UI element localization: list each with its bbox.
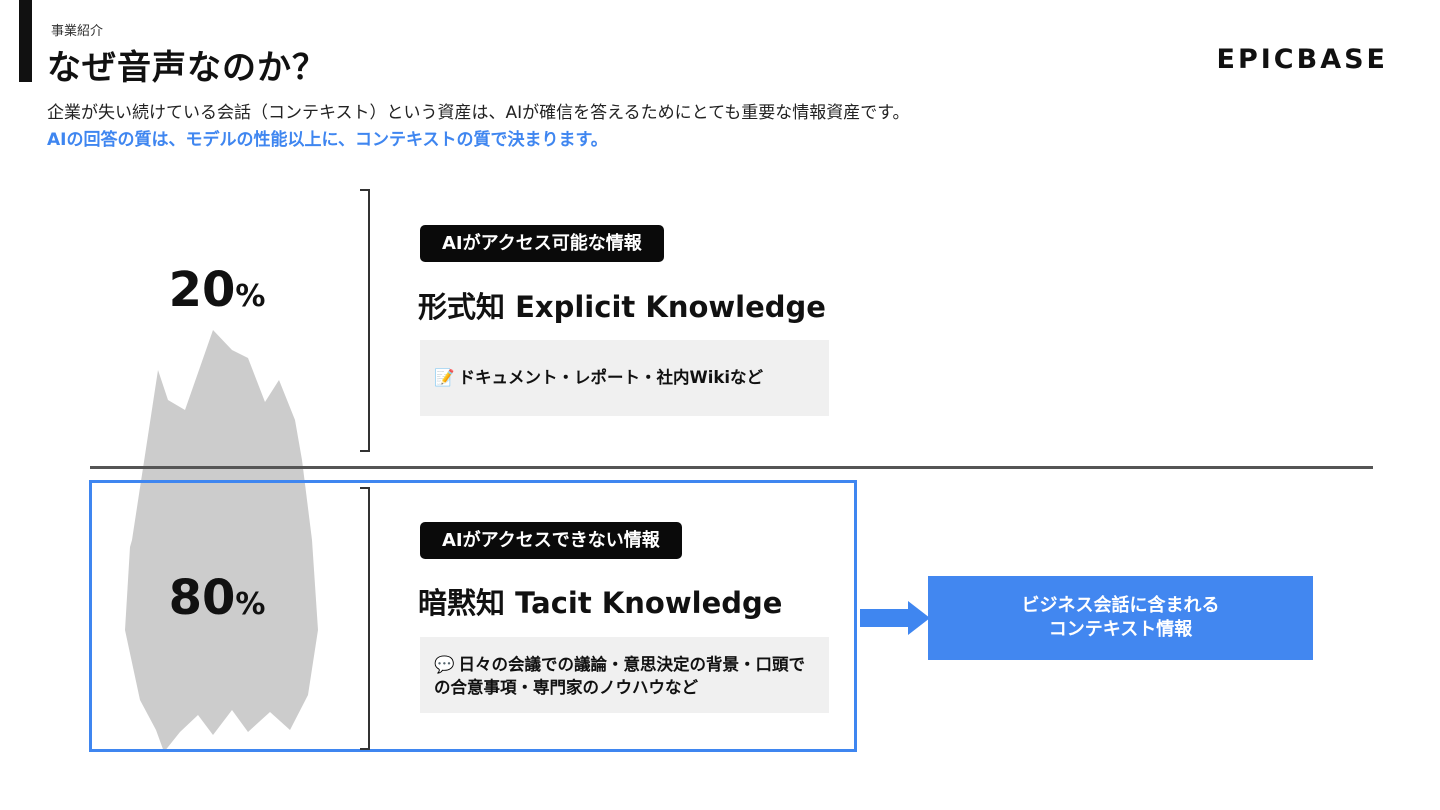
explicit-bracket — [360, 189, 370, 452]
intro-text: 企業が失い続けている会話（コンテキスト）という資産は、AIが確信を答えるためにと… — [47, 103, 910, 123]
tacit-example-text-wrap: 💬 日々の会議での議論・意思決定の背景・口頭での合意事項・専門家のノウハウなど — [434, 653, 815, 699]
memo-icon: 📝 — [434, 368, 455, 388]
explicit-example-box: 📝 ドキュメント・レポート・社内Wikiなど — [420, 340, 829, 416]
tacit-example-box: 💬 日々の会議での議論・意思決定の背景・口頭での合意事項・専門家のノウハウなど — [420, 637, 829, 713]
tacit-knowledge-title: 暗黙知 Tacit Knowledge — [418, 586, 783, 620]
waterline-divider — [90, 466, 1373, 469]
explicit-access-tag: AIがアクセス可能な情報 — [420, 225, 664, 262]
epicbase-logo: EPICBASE — [1216, 44, 1388, 75]
arrow-right-icon — [908, 601, 930, 635]
speech-bubble-icon: 💬 — [434, 655, 455, 674]
context-callout-box: ビジネス会話に含まれる コンテキスト情報 — [928, 576, 1313, 660]
section-label: 事業紹介 — [51, 24, 104, 39]
explicit-percent-value: 20 — [168, 262, 236, 318]
title-accent-bar — [19, 0, 32, 82]
explicit-percent-sign: % — [235, 279, 266, 314]
explicit-example-text: ドキュメント・レポート・社内Wikiなど — [458, 368, 764, 388]
tacit-example-text: 日々の会議での議論・意思決定の背景・口頭での合意事項・専門家のノウハウなど — [434, 655, 806, 698]
page-title: なぜ音声なのか？ — [47, 48, 327, 88]
arrow-shaft — [860, 609, 912, 627]
highlight-text: AIの回答の質は、モデルの性能以上に、コンテキストの質で決まります。 — [47, 130, 608, 150]
explicit-knowledge-title: 形式知 Explicit Knowledge — [418, 290, 826, 324]
callout-line-1: ビジネス会話に含まれる — [1021, 594, 1220, 616]
callout-line-2: コンテキスト情報 — [1048, 619, 1193, 640]
tacit-access-tag: AIがアクセスできない情報 — [420, 522, 682, 559]
tacit-bracket — [360, 487, 370, 750]
explicit-percentage: 20% — [127, 262, 307, 318]
